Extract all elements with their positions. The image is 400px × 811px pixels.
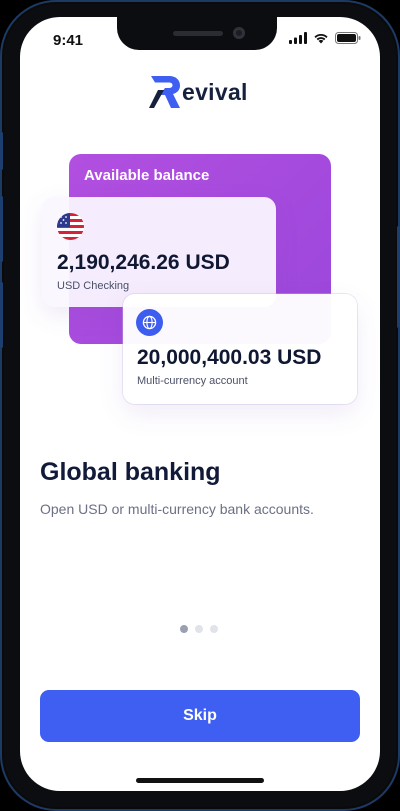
home-indicator	[136, 778, 264, 783]
page-indicator	[180, 625, 218, 633]
signal-icon	[289, 32, 307, 44]
brand-logo: evival	[149, 74, 248, 110]
multi-currency-card: 20,000,400.03 USD Multi-currency account	[123, 294, 357, 404]
available-balance-label: Available balance	[84, 167, 210, 184]
skip-button[interactable]: Skip	[40, 690, 360, 742]
brand-name: evival	[182, 78, 248, 105]
us-flag-icon	[57, 213, 84, 240]
revival-logo-mark-icon	[149, 76, 180, 108]
usd-checking-amount: 2,190,246.26 USD	[57, 251, 230, 274]
status-icons	[289, 32, 361, 44]
front-camera	[233, 27, 245, 39]
globe-icon	[136, 309, 163, 336]
multi-currency-amount: 20,000,400.03 USD	[137, 346, 322, 369]
usd-checking-card: 2,190,246.26 USD USD Checking	[42, 197, 276, 307]
usd-checking-label: USD Checking	[57, 280, 130, 292]
volume-up-button	[0, 196, 3, 262]
battery-icon	[335, 32, 361, 44]
page-dot-2[interactable]	[195, 625, 203, 633]
page-dot-3[interactable]	[210, 625, 218, 633]
multi-currency-label: Multi-currency account	[137, 375, 248, 387]
status-time: 9:41	[53, 32, 84, 49]
page-dot-1[interactable]	[180, 625, 188, 633]
mute-switch	[0, 132, 3, 170]
speaker-grille	[173, 31, 223, 36]
notch	[117, 17, 277, 50]
wifi-icon	[314, 33, 328, 44]
volume-down-button	[0, 282, 3, 348]
onboarding-description: Open USD or multi-currency bank accounts…	[40, 501, 314, 517]
phone-frame: 9:41 evival Available balance 2,190,246.…	[0, 0, 400, 811]
onboarding-title: Global banking	[40, 458, 221, 486]
app-screen: 9:41 evival Available balance 2,190,246.…	[20, 17, 380, 791]
